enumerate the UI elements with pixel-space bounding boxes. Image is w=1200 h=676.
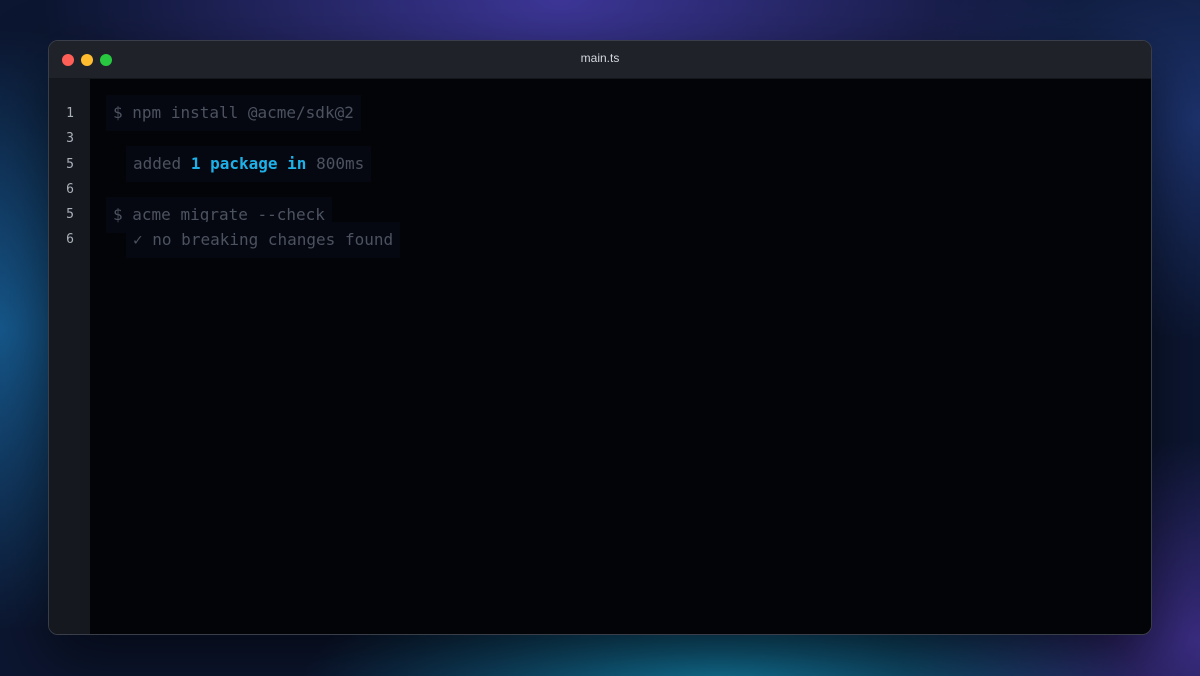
install-command: npm install @acme/sdk@2 (132, 103, 354, 122)
command-line-install: $ npm install @acme/sdk@2 (113, 102, 354, 124)
migrate-command: acme migrate --check (132, 205, 325, 224)
check-mark-icon: ✓ (133, 230, 143, 249)
install-result-line: added 1 package in 800ms (133, 153, 365, 175)
command-line-migrate: $ acme migrate --check (113, 204, 325, 226)
line-number: 5 (66, 157, 74, 172)
install-duration: 800ms (316, 154, 365, 173)
line-number: 6 (66, 232, 74, 247)
added-word: added (133, 154, 182, 173)
line-number: 3 (66, 131, 74, 146)
editor-window: main.ts 1 3 5 6 5 6 $ npm install @acme/… (48, 40, 1152, 635)
migrate-result-message: no breaking changes found (152, 230, 394, 249)
line-number: 6 (66, 182, 74, 197)
package-count: 1 (190, 154, 201, 173)
prompt-symbol: $ (113, 205, 123, 224)
package-word: package (210, 154, 278, 173)
prompt-symbol: $ (113, 103, 123, 122)
title-bar: main.ts (49, 41, 1151, 79)
in-word: in (287, 154, 307, 173)
migrate-result-line: ✓ no breaking changes found (133, 229, 394, 251)
line-number-gutter: 1 3 5 6 5 6 (49, 79, 90, 634)
line-number: 1 (66, 106, 74, 121)
window-title: main.ts (580, 51, 620, 65)
line-number: 5 (66, 207, 74, 222)
terminal-output[interactable]: $ npm install @acme/sdk@2 added 1 packag… (90, 79, 1151, 634)
